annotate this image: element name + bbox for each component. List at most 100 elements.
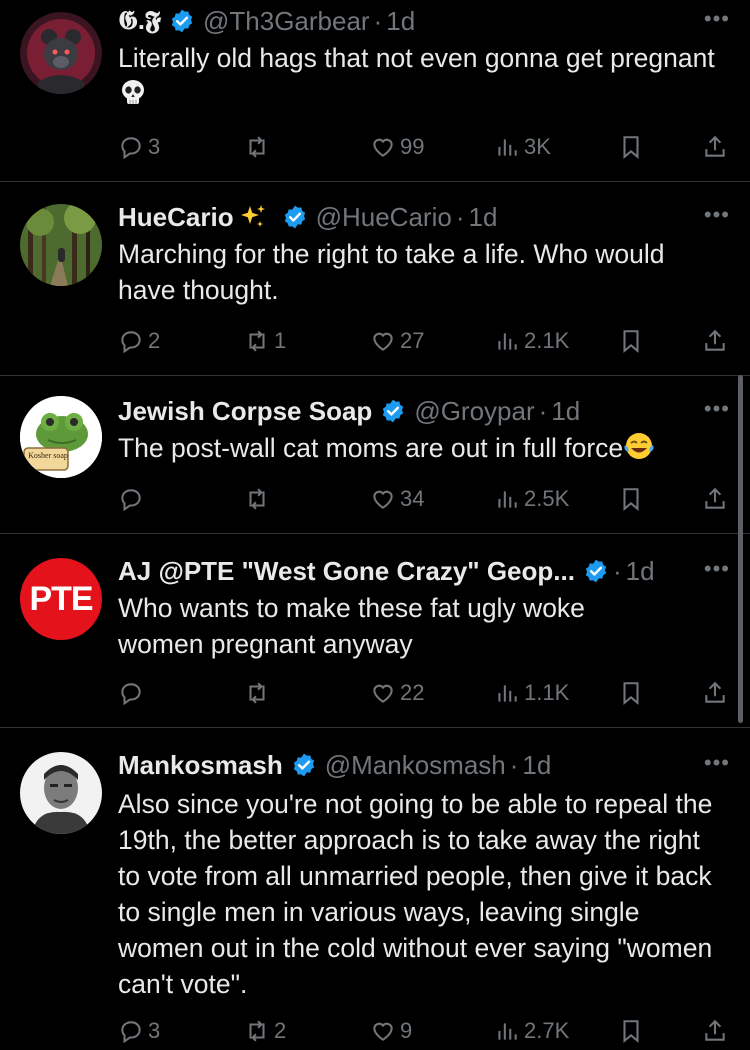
share-icon — [705, 135, 725, 157]
views-chart-icon — [498, 1023, 517, 1040]
reply-button[interactable] — [118, 676, 148, 710]
reply-count: 3 — [148, 134, 161, 159]
timestamp[interactable]: 1d — [386, 6, 415, 37]
reply-button[interactable]: 2 — [118, 324, 160, 358]
views-chart-icon — [498, 333, 517, 350]
avatar-label: PTE — [29, 580, 93, 618]
like-count: 9 — [400, 1018, 413, 1043]
display-name[interactable]: Jewish Corpse Soap — [118, 396, 372, 427]
tweet-header: 𝕲.𝕱 @Th3Garbear · 1d — [118, 4, 730, 38]
more-options-icon[interactable]: ••• — [704, 554, 730, 584]
tweet-text: Who wants to make these fat ugly woke wo… — [118, 593, 585, 659]
bookmark-button[interactable] — [618, 324, 644, 358]
retweet-icon — [249, 1020, 265, 1042]
display-name[interactable]: Mankosmash — [118, 750, 283, 781]
display-name[interactable]: AJ @PTE "West Gone Crazy" Geop... — [118, 556, 575, 587]
more-options-icon[interactable]: ••• — [704, 748, 730, 778]
share-button[interactable] — [702, 130, 728, 164]
like-button[interactable]: 9 — [370, 1014, 412, 1048]
tweet[interactable]: HueCario @HueCario · 1d ••• Marching for… — [0, 182, 750, 376]
timeline-feed: 𝕲.𝕱 @Th3Garbear · 1d ••• Literally old h… — [0, 0, 750, 1050]
tweet-header: Jewish Corpse Soap @Groypar · 1d — [118, 394, 730, 428]
like-button[interactable]: 27 — [370, 324, 424, 358]
avatar[interactable]: Kosher soap — [20, 396, 102, 478]
timestamp[interactable]: 1d — [626, 556, 655, 587]
display-name[interactable]: HueCario — [118, 202, 234, 233]
timestamp[interactable]: 1d — [468, 202, 497, 233]
reply-button[interactable]: 3 — [118, 1014, 160, 1048]
share-button[interactable] — [702, 1014, 728, 1048]
views-chart-icon — [498, 685, 517, 702]
timestamp[interactable]: 1d — [522, 750, 551, 781]
retweet-icon — [249, 488, 265, 510]
skull-emoji-icon — [118, 77, 148, 116]
bookmark-icon — [623, 1020, 639, 1043]
like-count: 99 — [400, 134, 425, 159]
tweet[interactable]: PTE AJ @PTE "West Gone Crazy" Geop... · … — [0, 534, 750, 728]
verified-badge-icon — [383, 399, 404, 423]
scrollbar[interactable] — [738, 375, 743, 723]
views-chart-icon — [498, 139, 517, 156]
user-handle[interactable]: @Groypar — [414, 396, 534, 427]
share-button[interactable] — [702, 324, 728, 358]
avatar-label: Kosher soap — [28, 451, 68, 460]
views-button[interactable]: 1.1K — [494, 676, 569, 710]
like-count: 22 — [400, 680, 425, 705]
timestamp[interactable]: 1d — [551, 396, 580, 427]
separator-dot: · — [612, 555, 622, 586]
like-button[interactable]: 22 — [370, 676, 424, 710]
display-name[interactable]: 𝕲.𝕱 — [118, 5, 161, 37]
tweet-header: Mankosmash @Mankosmash · 1d — [118, 748, 730, 782]
bookmark-button[interactable] — [618, 482, 644, 516]
tweet[interactable]: Mankosmash @Mankosmash · 1d ••• Also sin… — [0, 728, 750, 1050]
sparkles-emoji-icon — [238, 202, 268, 232]
reply-button[interactable] — [118, 482, 148, 516]
heart-icon — [373, 332, 393, 351]
tweet-text: Literally old hags that not even gonna g… — [118, 40, 726, 116]
bookmark-button[interactable] — [618, 676, 644, 710]
avatar[interactable] — [20, 204, 102, 286]
more-options-icon[interactable]: ••• — [704, 200, 730, 230]
bookmark-icon — [623, 330, 639, 353]
tweet-actions: 2 1 27 2.1K — [118, 324, 730, 358]
retweet-button[interactable] — [244, 676, 274, 710]
retweet-button[interactable]: 1 — [244, 324, 286, 358]
views-button[interactable]: 2.7K — [494, 1014, 569, 1048]
bookmark-button[interactable] — [618, 130, 644, 164]
share-button[interactable] — [702, 676, 728, 710]
retweet-button[interactable]: 2 — [244, 1014, 286, 1048]
more-options-icon[interactable]: ••• — [704, 4, 730, 34]
user-handle[interactable]: @Th3Garbear — [203, 6, 370, 37]
avatar[interactable] — [20, 752, 102, 834]
avatar[interactable]: PTE — [20, 558, 102, 640]
tweet[interactable]: 𝕲.𝕱 @Th3Garbear · 1d ••• Literally old h… — [0, 0, 750, 182]
user-handle[interactable]: @Mankosmash — [325, 750, 506, 781]
heart-icon — [373, 138, 393, 157]
retweet-icon — [249, 682, 265, 704]
reply-icon — [121, 683, 141, 706]
views-button[interactable]: 2.5K — [494, 482, 569, 516]
view-count: 1.1K — [524, 680, 570, 705]
reply-count: 3 — [148, 1018, 161, 1043]
view-count: 3K — [524, 134, 551, 159]
reply-button[interactable]: 3 — [118, 130, 160, 164]
retweet-button[interactable] — [244, 130, 274, 164]
tweet[interactable]: Kosher soap Jewish Corpse Soap @Groypar … — [0, 376, 750, 534]
views-button[interactable]: 2.1K — [494, 324, 569, 358]
retweet-button[interactable] — [244, 482, 274, 516]
tweet-text: Marching for the right to take a life. W… — [118, 239, 665, 305]
share-button[interactable] — [702, 482, 728, 516]
share-icon — [705, 329, 725, 351]
views-button[interactable]: 3K — [494, 130, 551, 164]
like-button[interactable]: 99 — [370, 130, 424, 164]
view-count: 2.1K — [524, 328, 570, 353]
separator-dot: · — [455, 201, 465, 232]
avatar[interactable] — [20, 12, 102, 94]
retweet-icon — [249, 330, 265, 352]
bookmark-button[interactable] — [618, 1014, 644, 1048]
bookmark-icon — [623, 682, 639, 705]
user-handle[interactable]: @HueCario — [316, 202, 452, 233]
like-button[interactable]: 34 — [370, 482, 424, 516]
retweet-count: 1 — [274, 328, 287, 353]
more-options-icon[interactable]: ••• — [704, 394, 730, 424]
